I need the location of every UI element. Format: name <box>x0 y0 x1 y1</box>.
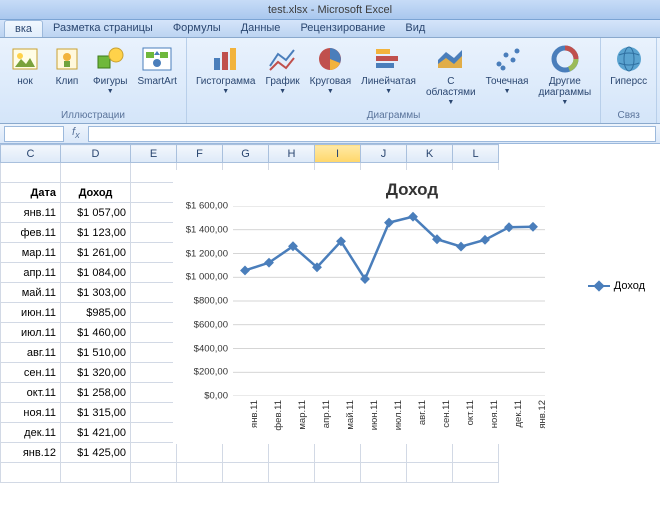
tab-formulas[interactable]: Формулы <box>163 20 231 37</box>
table-cell[interactable]: $1 421,00 <box>61 423 131 443</box>
chart-x-axis: янв.11фев.11мар.11апр.11май.11июн.11июл.… <box>233 398 545 440</box>
picture-icon <box>9 43 41 75</box>
table-cell[interactable]: янв.12 <box>1 443 61 463</box>
formula-input[interactable] <box>88 126 656 142</box>
column-header[interactable]: C <box>1 145 61 163</box>
ribbon-group-links: Гиперсс Связ <box>601 38 657 123</box>
column-chart-icon <box>210 43 242 75</box>
table-cell[interactable]: $1 057,00 <box>61 203 131 223</box>
scatter-chart-icon <box>491 43 523 75</box>
hyperlink-button[interactable]: Гиперсс <box>607 41 650 89</box>
smartart-icon <box>141 43 173 75</box>
column-header[interactable]: L <box>453 145 499 163</box>
bar-chart-icon <box>373 43 405 75</box>
tab-review[interactable]: Рецензирование <box>290 20 395 37</box>
ribbon-group-charts: Гистограмма▼ График▼ Круговая▼ Линейчата… <box>187 38 601 123</box>
shapes-button[interactable]: Фигуры▼ <box>90 41 130 97</box>
column-header[interactable]: D <box>61 145 131 163</box>
column-header[interactable]: I <box>315 145 361 163</box>
line-chart-button[interactable]: График▼ <box>263 41 303 97</box>
chart-y-axis: $0,00$200,00$400,00$600,00$800,00$1 000,… <box>173 206 231 396</box>
table-cell[interactable]: $1 258,00 <box>61 383 131 403</box>
bar-chart-button[interactable]: Линейчатая▼ <box>358 41 419 97</box>
table-cell[interactable]: $1 315,00 <box>61 403 131 423</box>
table-header-cell[interactable]: Доход <box>61 183 131 203</box>
table-cell[interactable]: $1 320,00 <box>61 363 131 383</box>
globe-icon <box>613 43 645 75</box>
chart-title: Доход <box>173 180 651 200</box>
tab-page-layout[interactable]: Разметка страницы <box>43 20 163 37</box>
table-cell[interactable]: $1 510,00 <box>61 343 131 363</box>
name-box[interactable] <box>4 126 64 142</box>
shapes-icon <box>94 43 126 75</box>
picture-button[interactable]: нок <box>6 41 44 89</box>
ribbon-group-illustrations: нок Клип Фигуры▼ SmartArt Иллюстрации <box>0 38 187 123</box>
table-cell[interactable]: $1 261,00 <box>61 243 131 263</box>
table-cell[interactable]: окт.11 <box>1 383 61 403</box>
legend-label: Доход <box>614 280 645 292</box>
table-header-cell[interactable]: Дата <box>1 183 61 203</box>
table-cell[interactable]: ноя.11 <box>1 403 61 423</box>
table-cell[interactable]: янв.11 <box>1 203 61 223</box>
column-chart-button[interactable]: Гистограмма▼ <box>193 41 259 97</box>
column-header[interactable]: G <box>223 145 269 163</box>
area-chart-button[interactable]: С областями▼ <box>423 41 479 108</box>
spreadsheet-grid[interactable]: CDEFGHIJKLДатаДоходянв.11$1 057,00фев.11… <box>0 144 660 508</box>
table-cell[interactable]: $1 084,00 <box>61 263 131 283</box>
smartart-button[interactable]: SmartArt <box>134 41 179 89</box>
table-cell[interactable]: $1 303,00 <box>61 283 131 303</box>
table-cell[interactable]: авг.11 <box>1 343 61 363</box>
table-cell[interactable]: $1 123,00 <box>61 223 131 243</box>
column-header[interactable]: J <box>361 145 407 163</box>
table-cell[interactable]: мар.11 <box>1 243 61 263</box>
column-header[interactable]: F <box>177 145 223 163</box>
pie-chart-icon <box>314 43 346 75</box>
table-cell[interactable]: сен.11 <box>1 363 61 383</box>
ribbon: нок Клип Фигуры▼ SmartArt Иллюстрации Ги… <box>0 38 660 124</box>
chart-legend: Доход <box>588 280 645 292</box>
table-cell[interactable]: $985,00 <box>61 303 131 323</box>
legend-marker-icon <box>588 281 610 291</box>
group-label-links: Связ <box>617 110 639 122</box>
other-charts-button[interactable]: Другие диаграммы▼ <box>535 41 594 108</box>
fx-icon[interactable]: fx <box>72 126 80 140</box>
window-title: test.xlsx - Microsoft Excel <box>0 0 660 20</box>
table-cell[interactable]: июн.11 <box>1 303 61 323</box>
group-label-charts: Диаграммы <box>367 110 421 122</box>
area-chart-icon <box>435 43 467 75</box>
other-charts-icon <box>549 43 581 75</box>
table-cell[interactable]: $1 425,00 <box>61 443 131 463</box>
scatter-chart-button[interactable]: Точечная▼ <box>483 41 532 97</box>
pie-chart-button[interactable]: Круговая▼ <box>307 41 354 97</box>
column-header[interactable]: H <box>269 145 315 163</box>
ribbon-tabs: вка Разметка страницы Формулы Данные Рец… <box>0 20 660 38</box>
chart-plot-area <box>233 206 545 396</box>
line-chart-icon <box>267 43 299 75</box>
clipart-button[interactable]: Клип <box>48 41 86 89</box>
group-label-illustrations: Иллюстрации <box>61 110 125 122</box>
table-cell[interactable]: $1 460,00 <box>61 323 131 343</box>
tab-data[interactable]: Данные <box>231 20 291 37</box>
formula-bar: fx <box>0 124 660 144</box>
clipart-icon <box>51 43 83 75</box>
table-cell[interactable]: апр.11 <box>1 263 61 283</box>
table-cell[interactable]: фев.11 <box>1 223 61 243</box>
column-header[interactable]: E <box>131 145 177 163</box>
tab-view[interactable]: Вид <box>395 20 435 37</box>
table-cell[interactable]: дек.11 <box>1 423 61 443</box>
table-cell[interactable]: июл.11 <box>1 323 61 343</box>
column-header[interactable]: K <box>407 145 453 163</box>
tab-insert[interactable]: вка <box>4 20 43 37</box>
table-cell[interactable]: май.11 <box>1 283 61 303</box>
chart-object[interactable]: Доход $0,00$200,00$400,00$600,00$800,00$… <box>173 170 651 444</box>
